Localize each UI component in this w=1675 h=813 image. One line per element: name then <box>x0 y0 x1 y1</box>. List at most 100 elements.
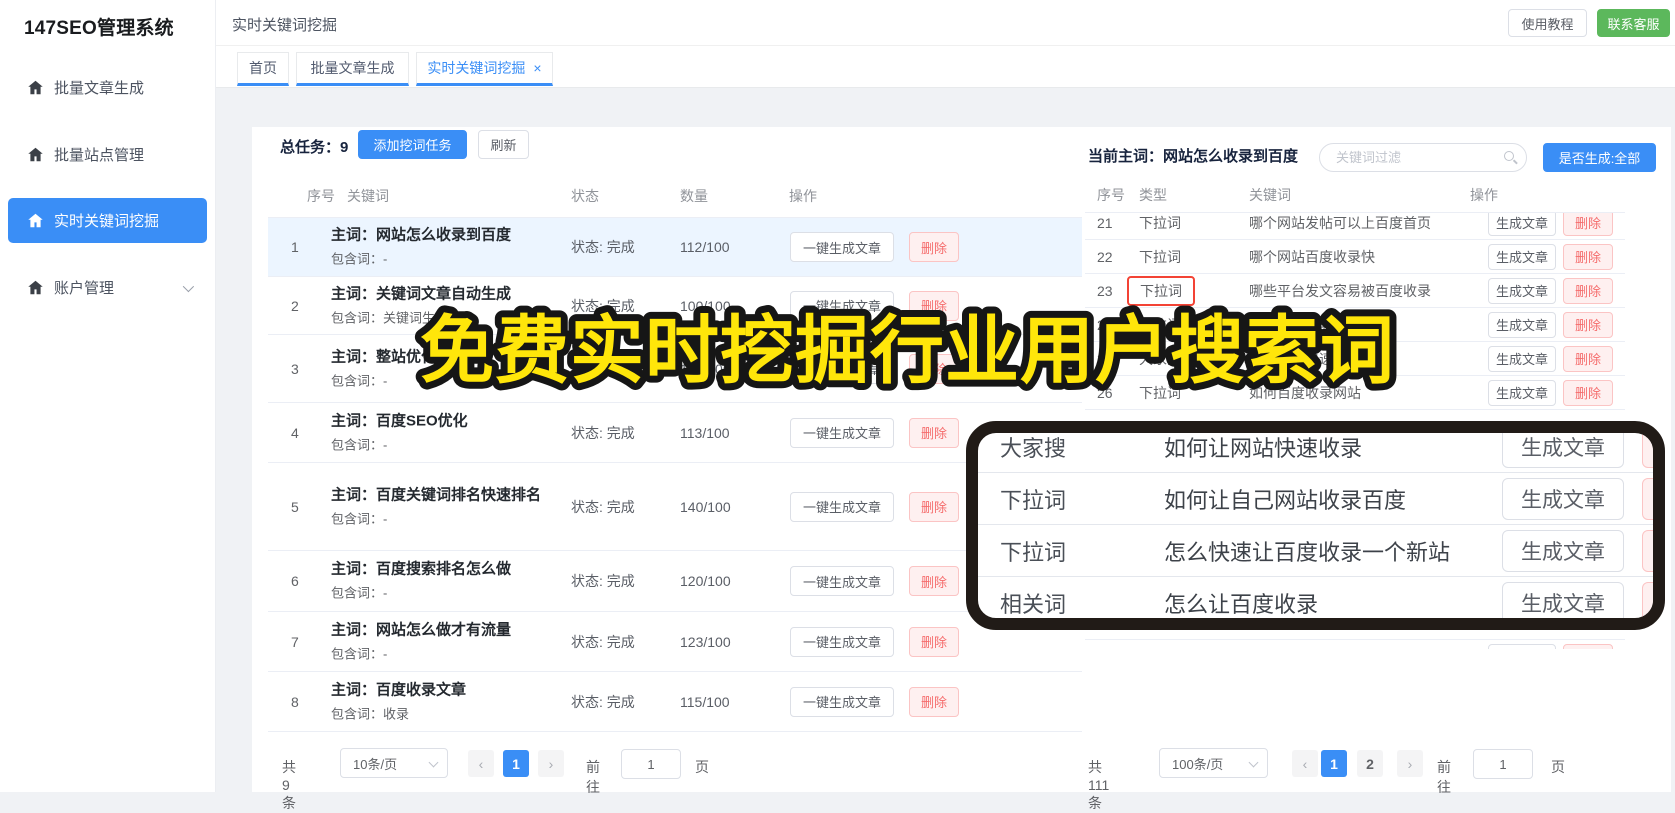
table-row[interactable]: 6 主词：百度搜索排名怎么做 包含词：- 状态: 完成 120/100 一键生成文… <box>268 551 1082 612</box>
generate-article-button[interactable]: 生成文章 <box>1488 277 1556 304</box>
tab-article-generation[interactable]: 批量文章生成 <box>296 52 409 86</box>
generate-article-button[interactable]: 生成文章 <box>1488 643 1556 649</box>
col-keyword: 关键词 <box>1249 187 1291 203</box>
generate-articles-button[interactable]: 一键生成文章 <box>790 491 894 522</box>
delete-button[interactable]: 删除 <box>1563 379 1613 406</box>
generate-articles-button[interactable]: 一键生成文章 <box>790 417 894 448</box>
delete-button[interactable]: 删除 <box>909 566 959 596</box>
sidebar-item-site-management[interactable]: 批量站点管理 <box>8 132 207 177</box>
table-row[interactable]: 1 主词：网站怎么收录到百度 包含词：- 状态: 完成 112/100 一键生成文… <box>268 218 1082 277</box>
generate-articles-button[interactable]: 一键生成文章 <box>790 566 894 596</box>
generate-article-button[interactable]: 生成文章 <box>1502 529 1624 572</box>
generate-article-button[interactable]: 生成文章 <box>1488 243 1556 270</box>
goto-page-input[interactable] <box>621 749 681 779</box>
list-item[interactable]: 25 大家搜 如何网站快速收录 生成文章 删除 <box>1085 342 1625 376</box>
table-row[interactable]: 8 主词：百度收录文章 包含词：收录 状态: 完成 115/100 一键生成文章 … <box>268 672 1082 732</box>
delete-button[interactable]: 删除 <box>909 491 959 522</box>
generate-articles-button[interactable]: 一键生成文章 <box>790 626 894 657</box>
generate-articles-button[interactable]: 一键生成文章 <box>790 353 894 384</box>
delete-button[interactable]: 删除 <box>1563 345 1613 372</box>
list-item[interactable]: 23 下拉词 哪些平台发文容易被百度收录 生成文章 删除 <box>1085 274 1625 308</box>
generate-article-button[interactable]: 生成文章 <box>1502 581 1624 618</box>
task-include: 包含词：- <box>331 437 388 452</box>
page-number-button[interactable]: 2 <box>1357 750 1383 777</box>
add-mining-task-button[interactable]: 添加挖词任务 <box>358 130 467 159</box>
delete-button[interactable]: 删除 <box>909 290 959 321</box>
sidebar-item-label: 批量站点管理 <box>54 147 145 164</box>
delete-button[interactable]: 删除 <box>909 417 959 448</box>
page-number-button[interactable]: 1 <box>503 750 529 777</box>
keyword-filter-box <box>1319 143 1527 172</box>
generate-articles-button[interactable]: 一键生成文章 <box>790 686 894 717</box>
chevron-down-icon <box>1248 757 1259 768</box>
list-item[interactable]: 26 下拉词 如何百度收录网站 生成文章 删除 <box>1085 376 1625 410</box>
keyword-text: 如何让网站收录百度 <box>1249 316 1375 333</box>
table-row[interactable]: 4 主词：百度SEO优化 包含词：- 状态: 完成 113/100 一键生成文章 … <box>268 403 1082 463</box>
sidebar-item-label: 账户管理 <box>54 280 115 297</box>
goto-label: 前往 <box>586 759 600 795</box>
table-row[interactable]: 7 主词：网站怎么做才有流量 包含词：- 状态: 完成 123/100 一键生成文… <box>268 612 1082 672</box>
task-include: 包含词：- <box>331 511 388 526</box>
delete-button[interactable]: 删除 <box>1563 277 1613 304</box>
generate-filter-button[interactable]: 是否生成:全部 <box>1543 143 1656 172</box>
keyword-type: 大家搜 <box>1000 435 1067 461</box>
col-action: 操作 <box>789 188 817 204</box>
task-keyword: 主词：网站怎么做才有流量 <box>331 621 512 638</box>
close-icon[interactable]: × <box>533 60 541 76</box>
delete-button[interactable]: 删除 <box>1563 643 1613 649</box>
page-unit-label: 页 <box>1551 759 1565 775</box>
list-item[interactable]: 24 下拉词 如何让网站收录百度 生成文章 删除 <box>1085 308 1625 342</box>
task-count: 115/100 <box>680 693 730 710</box>
generate-article-button[interactable]: 生成文章 <box>1488 213 1556 236</box>
generate-article-button[interactable]: 生成文章 <box>1502 433 1624 468</box>
tutorial-button[interactable]: 使用教程 <box>1508 9 1587 37</box>
keyword-text: 如何百度收录网站 <box>1249 384 1361 401</box>
task-keyword: 主词：百度SEO优化 <box>331 412 468 429</box>
next-page-button[interactable]: › <box>538 750 564 777</box>
keyword-text: 怎么让百度收录 <box>1164 591 1319 617</box>
table-row[interactable]: 5 主词：百度关键词排名快速排名 包含词：- 状态: 完成 140/100 一键生… <box>268 463 1082 551</box>
delete-button[interactable]: 删除 <box>909 232 959 262</box>
generate-articles-button[interactable]: 一键生成文章 <box>790 290 894 321</box>
next-page-button[interactable]: › <box>1397 750 1423 777</box>
keyword-filter-input[interactable] <box>1334 147 1494 168</box>
tab-keyword-mining[interactable]: 实时关键词挖掘 × <box>416 52 553 86</box>
list-item[interactable]: 22 下拉词 哪个网站百度收录快 生成文章 删除 <box>1085 240 1625 274</box>
list-item[interactable]: 21 下拉词 哪个网站发帖可以上百度首页 生成文章 删除 <box>1085 213 1625 240</box>
task-status: 状态: 完成 <box>571 424 635 441</box>
delete-button[interactable]: 删除 <box>1563 213 1613 236</box>
list-item[interactable]: 33 大家搜 收录好的发帖网站有哪些 生成文章 删除 <box>1085 640 1625 649</box>
generate-article-button[interactable]: 生成文章 <box>1488 311 1556 338</box>
prev-page-button[interactable]: ‹ <box>468 750 494 777</box>
delete-button[interactable]: 删除 <box>909 353 959 384</box>
generate-article-button[interactable]: 生成文章 <box>1488 345 1556 372</box>
goto-page-input[interactable] <box>1473 749 1533 779</box>
contact-support-button[interactable]: 联系客服 <box>1597 9 1670 37</box>
generate-articles-button[interactable]: 一键生成文章 <box>790 232 894 262</box>
delete-button[interactable]: 删除 <box>1563 311 1613 338</box>
delete-button[interactable]: 删除 <box>909 626 959 657</box>
delete-button[interactable]: 删除 <box>1642 477 1653 520</box>
list-item: 相关词 怎么让百度收录 生成文章 删除 <box>978 577 1653 618</box>
refresh-button[interactable]: 刷新 <box>478 130 529 159</box>
prev-page-button[interactable]: ‹ <box>1292 750 1318 777</box>
table-row[interactable]: 3 主词：整站优化 包含词：- 状态: 完成 100/100 一键生成文章 删除 <box>268 335 1082 403</box>
task-status: 状态: 完成 <box>571 297 635 314</box>
generate-article-button[interactable]: 生成文章 <box>1488 379 1556 406</box>
delete-button[interactable]: 删除 <box>1563 243 1613 270</box>
sidebar-item-article-generation[interactable]: 批量文章生成 <box>8 65 207 110</box>
annotation-red-box: 下拉词 <box>1127 275 1195 306</box>
page-number-button[interactable]: 1 <box>1321 750 1347 777</box>
sidebar-item-keyword-mining[interactable]: 实时关键词挖掘 <box>8 198 207 243</box>
keyword-type: 相关词 <box>1000 591 1067 617</box>
delete-button[interactable]: 删除 <box>1642 529 1653 572</box>
page-size-select[interactable]: 100条/页 <box>1159 748 1268 778</box>
keyword-text: 如何网站快速收录 <box>1249 350 1361 367</box>
table-row[interactable]: 2 主词：关键词文章自动生成 包含词：关键词生成 状态: 完成 100/100 一… <box>268 277 1082 335</box>
sidebar-item-account[interactable]: 账户管理 <box>8 265 207 310</box>
delete-button[interactable]: 删除 <box>909 686 959 717</box>
tab-home[interactable]: 首页 <box>237 52 289 86</box>
col-action: 操作 <box>1470 187 1498 203</box>
generate-article-button[interactable]: 生成文章 <box>1502 477 1624 520</box>
page-size-select[interactable]: 10条/页 <box>340 748 448 778</box>
